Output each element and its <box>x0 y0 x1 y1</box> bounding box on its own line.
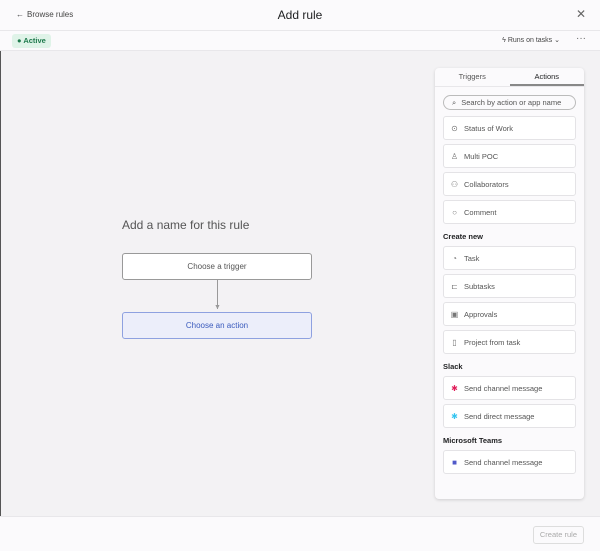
chevron-down-icon: ⌄ <box>554 37 560 44</box>
list-item[interactable]: ○ Comment <box>443 200 576 224</box>
task-icon: ◔ <box>452 253 457 263</box>
subtasks-icon: ⊏ <box>451 281 458 291</box>
close-icon[interactable]: ✕ <box>576 7 586 21</box>
actions-panel: Triggers Actions ⌕ Search by action or ap… <box>435 68 584 499</box>
list-item[interactable]: ✱ Send channel message <box>443 376 576 400</box>
header: ← Browse rules Add rule ✕ <box>0 0 600 31</box>
list-item[interactable]: ■ Send channel message <box>443 450 576 474</box>
list-item[interactable]: ▯ Project from task <box>443 330 576 354</box>
choose-action-button[interactable]: Choose an action <box>122 312 312 339</box>
status-label: Active <box>23 36 46 45</box>
list-item[interactable]: ◔ Task <box>443 246 576 270</box>
arrow-down-icon: ▼ <box>214 304 221 311</box>
clipboard-icon: ▯ <box>452 337 457 347</box>
list-item[interactable]: ✱ Send direct message <box>443 404 576 428</box>
footer: Create rule <box>0 516 600 551</box>
teams-icon: ■ <box>452 457 457 467</box>
lightning-icon: ϟ <box>502 37 506 44</box>
sub-bar: ● Active ϟ Runs on tasks ⌄ ··· <box>0 31 600 51</box>
section-slack: Slack <box>443 362 463 371</box>
search-placeholder: Search by action or app name <box>461 98 562 107</box>
tab-triggers[interactable]: Triggers <box>435 68 510 86</box>
runs-on-dropdown[interactable]: ϟ Runs on tasks ⌄ <box>502 36 560 44</box>
person-icon: ♙ <box>450 151 459 161</box>
item-label: Approvals <box>464 309 498 319</box>
comment-icon: ○ <box>452 207 457 217</box>
section-create-new: Create new <box>443 232 484 241</box>
list-item[interactable]: ♙ Multi POC <box>443 144 576 168</box>
item-label: Multi POC <box>464 151 499 161</box>
item-label: Collaborators <box>464 179 509 189</box>
choose-trigger-button[interactable]: Choose a trigger <box>122 253 312 280</box>
status-icon: ⊙ <box>451 123 458 133</box>
list-item[interactable]: ⚇ Collaborators <box>443 172 576 196</box>
rule-name-input[interactable]: Add a name for this rule <box>122 218 249 232</box>
item-label: Status of Work <box>464 123 514 133</box>
list-item[interactable]: ▣ Approvals <box>443 302 576 326</box>
status-badge[interactable]: ● Active <box>12 34 51 48</box>
people-icon: ⚇ <box>450 179 459 189</box>
create-rule-button[interactable]: Create rule <box>532 526 584 544</box>
more-options-icon[interactable]: ··· <box>576 33 586 44</box>
slack-icon: ✱ <box>451 383 458 393</box>
runs-on-label: Runs on tasks <box>507 37 553 44</box>
item-label: Comment <box>464 207 497 217</box>
page-title: Add rule <box>277 8 323 22</box>
tab-actions[interactable]: Actions <box>509 68 584 86</box>
item-label: Send direct message <box>464 411 535 421</box>
slack-icon: ✱ <box>451 411 458 421</box>
item-label: Task <box>464 253 480 263</box>
item-label: Project from task <box>464 337 521 347</box>
list-item[interactable]: ⊙ Status of Work <box>443 116 576 140</box>
search-icon: ⌕ <box>452 98 457 107</box>
search-input[interactable]: ⌕ Search by action or app name <box>443 95 576 110</box>
item-label: Send channel message <box>464 383 543 393</box>
item-label: Subtasks <box>464 281 495 291</box>
list-item[interactable]: ⊏ Subtasks <box>443 274 576 298</box>
item-label: Send channel message <box>464 457 543 467</box>
approvals-icon: ▣ <box>450 309 459 319</box>
section-teams: Microsoft Teams <box>443 436 503 445</box>
